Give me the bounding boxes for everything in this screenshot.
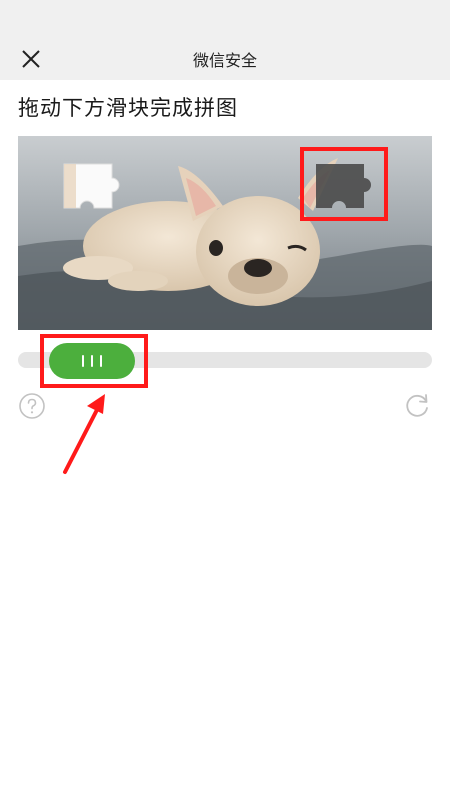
red-arrow-icon (63, 394, 105, 474)
highlight-box-target (300, 147, 388, 221)
page-title: 微信安全 (192, 51, 257, 70)
top-bar: 微信安全 (0, 0, 450, 80)
refresh-icon (406, 394, 428, 417)
help-button[interactable] (18, 392, 46, 420)
refresh-button[interactable] (402, 392, 432, 420)
highlight-box-handle (40, 334, 148, 388)
captcha-instruction: 拖动下方滑块完成拼图 (18, 96, 238, 120)
puzzle-piece-icon (63, 163, 120, 209)
wechat-security-page: 微信安全 拖动下方滑块完成拼图 (0, 0, 450, 800)
puzzle-piece (62, 160, 124, 216)
question-circle-icon (19, 393, 45, 419)
